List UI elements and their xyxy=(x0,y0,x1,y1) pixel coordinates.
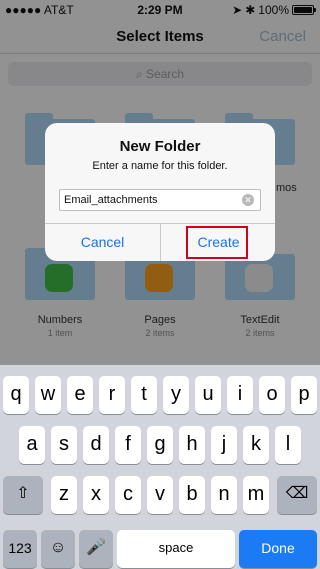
key-q[interactable]: q xyxy=(3,376,29,414)
microphone-icon[interactable]: 🎤 xyxy=(79,530,113,568)
key-w[interactable]: w xyxy=(35,376,61,414)
alert-message: Enter a name for this folder. xyxy=(92,160,228,172)
key-z[interactable]: z xyxy=(51,476,77,514)
keyboard: qwertyuiop asdfghjkl zxcvbnm ⇧ ⌫ 123 ☺ 🎤… xyxy=(0,365,320,569)
key-l[interactable]: l xyxy=(275,426,301,464)
key-i[interactable]: i xyxy=(227,376,253,414)
key-r[interactable]: r xyxy=(99,376,125,414)
key-n[interactable]: n xyxy=(211,476,237,514)
key-e[interactable]: e xyxy=(67,376,93,414)
key-b[interactable]: b xyxy=(179,476,205,514)
key-f[interactable]: f xyxy=(115,426,141,464)
key-v[interactable]: v xyxy=(147,476,173,514)
shift-key[interactable]: ⇧ xyxy=(3,476,43,514)
numbers-key[interactable]: 123 xyxy=(3,530,37,568)
delete-key[interactable]: ⌫ xyxy=(277,476,317,514)
key-s[interactable]: s xyxy=(51,426,77,464)
key-t[interactable]: t xyxy=(131,376,157,414)
key-m[interactable]: m xyxy=(243,476,269,514)
key-x[interactable]: x xyxy=(83,476,109,514)
key-u[interactable]: u xyxy=(195,376,221,414)
space-key[interactable]: space xyxy=(117,530,235,568)
key-j[interactable]: j xyxy=(211,426,237,464)
new-folder-alert: New Folder Enter a name for this folder.… xyxy=(45,123,275,261)
key-k[interactable]: k xyxy=(243,426,269,464)
key-a[interactable]: a xyxy=(19,426,45,464)
emoji-key[interactable]: ☺ xyxy=(41,530,75,568)
folder-name-input[interactable]: Email_attachments ✕ xyxy=(59,189,261,211)
key-p[interactable]: p xyxy=(291,376,317,414)
done-key[interactable]: Done xyxy=(239,530,317,568)
clear-text-icon[interactable]: ✕ xyxy=(242,194,254,206)
alert-title: New Folder xyxy=(119,138,201,155)
key-h[interactable]: h xyxy=(179,426,205,464)
key-o[interactable]: o xyxy=(259,376,285,414)
key-d[interactable]: d xyxy=(83,426,109,464)
folder-name-value: Email_attachments xyxy=(64,194,158,206)
cancel-button[interactable]: Cancel xyxy=(45,224,160,261)
key-y[interactable]: y xyxy=(163,376,189,414)
key-c[interactable]: c xyxy=(115,476,141,514)
key-g[interactable]: g xyxy=(147,426,173,464)
create-highlight-box xyxy=(186,226,248,259)
